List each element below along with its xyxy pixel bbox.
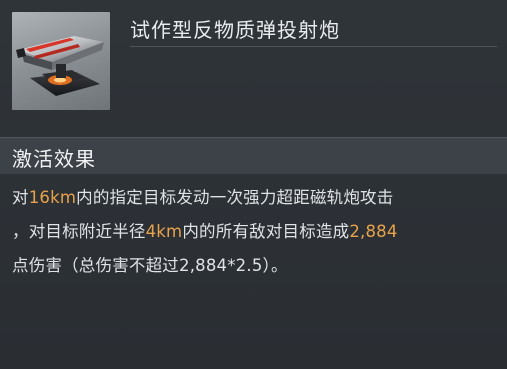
description-line: ，对目标附近半径4km内的所有敌对目标造成2,884 xyxy=(12,215,502,249)
description-text: 点伤害（总伤害不超过2,884*2.5）。 xyxy=(12,256,288,275)
effect-description: 对16km内的指定目标发动一次强力超距磁轨炮攻击 ，对目标附近半径4km内的所有敌… xyxy=(12,181,502,283)
description-text: ，对目标附近半径 xyxy=(12,222,146,241)
item-tooltip-panel: 试作型反物质弹投射炮 激活效果 对16km内的指定目标发动一次强力超距磁轨炮攻击… xyxy=(0,0,507,369)
highlight-value: 16km xyxy=(28,188,77,207)
item-name: 试作型反物质弹投射炮 xyxy=(130,18,340,42)
description-line: 点伤害（总伤害不超过2,884*2.5）。 xyxy=(12,249,502,283)
highlight-value: 2,884 xyxy=(349,222,398,241)
section-title: 激活效果 xyxy=(12,147,96,171)
item-image xyxy=(12,12,110,110)
description-line: 对16km内的指定目标发动一次强力超距磁轨炮攻击 xyxy=(12,181,502,215)
section-header: 激活效果 xyxy=(0,137,507,174)
description-text: 内的指定目标发动一次强力超距磁轨炮攻击 xyxy=(76,188,394,207)
description-text: 内的所有敌对目标造成 xyxy=(182,222,350,241)
description-text: 对 xyxy=(12,188,29,207)
highlight-value: 4km xyxy=(145,222,183,241)
activation-effect-section: 激活效果 对16km内的指定目标发动一次强力超距磁轨炮攻击 ，对目标附近半径4km… xyxy=(0,137,507,369)
item-header: 试作型反物质弹投射炮 xyxy=(0,0,507,124)
cannon-turret-icon xyxy=(16,36,104,96)
divider xyxy=(130,46,497,47)
